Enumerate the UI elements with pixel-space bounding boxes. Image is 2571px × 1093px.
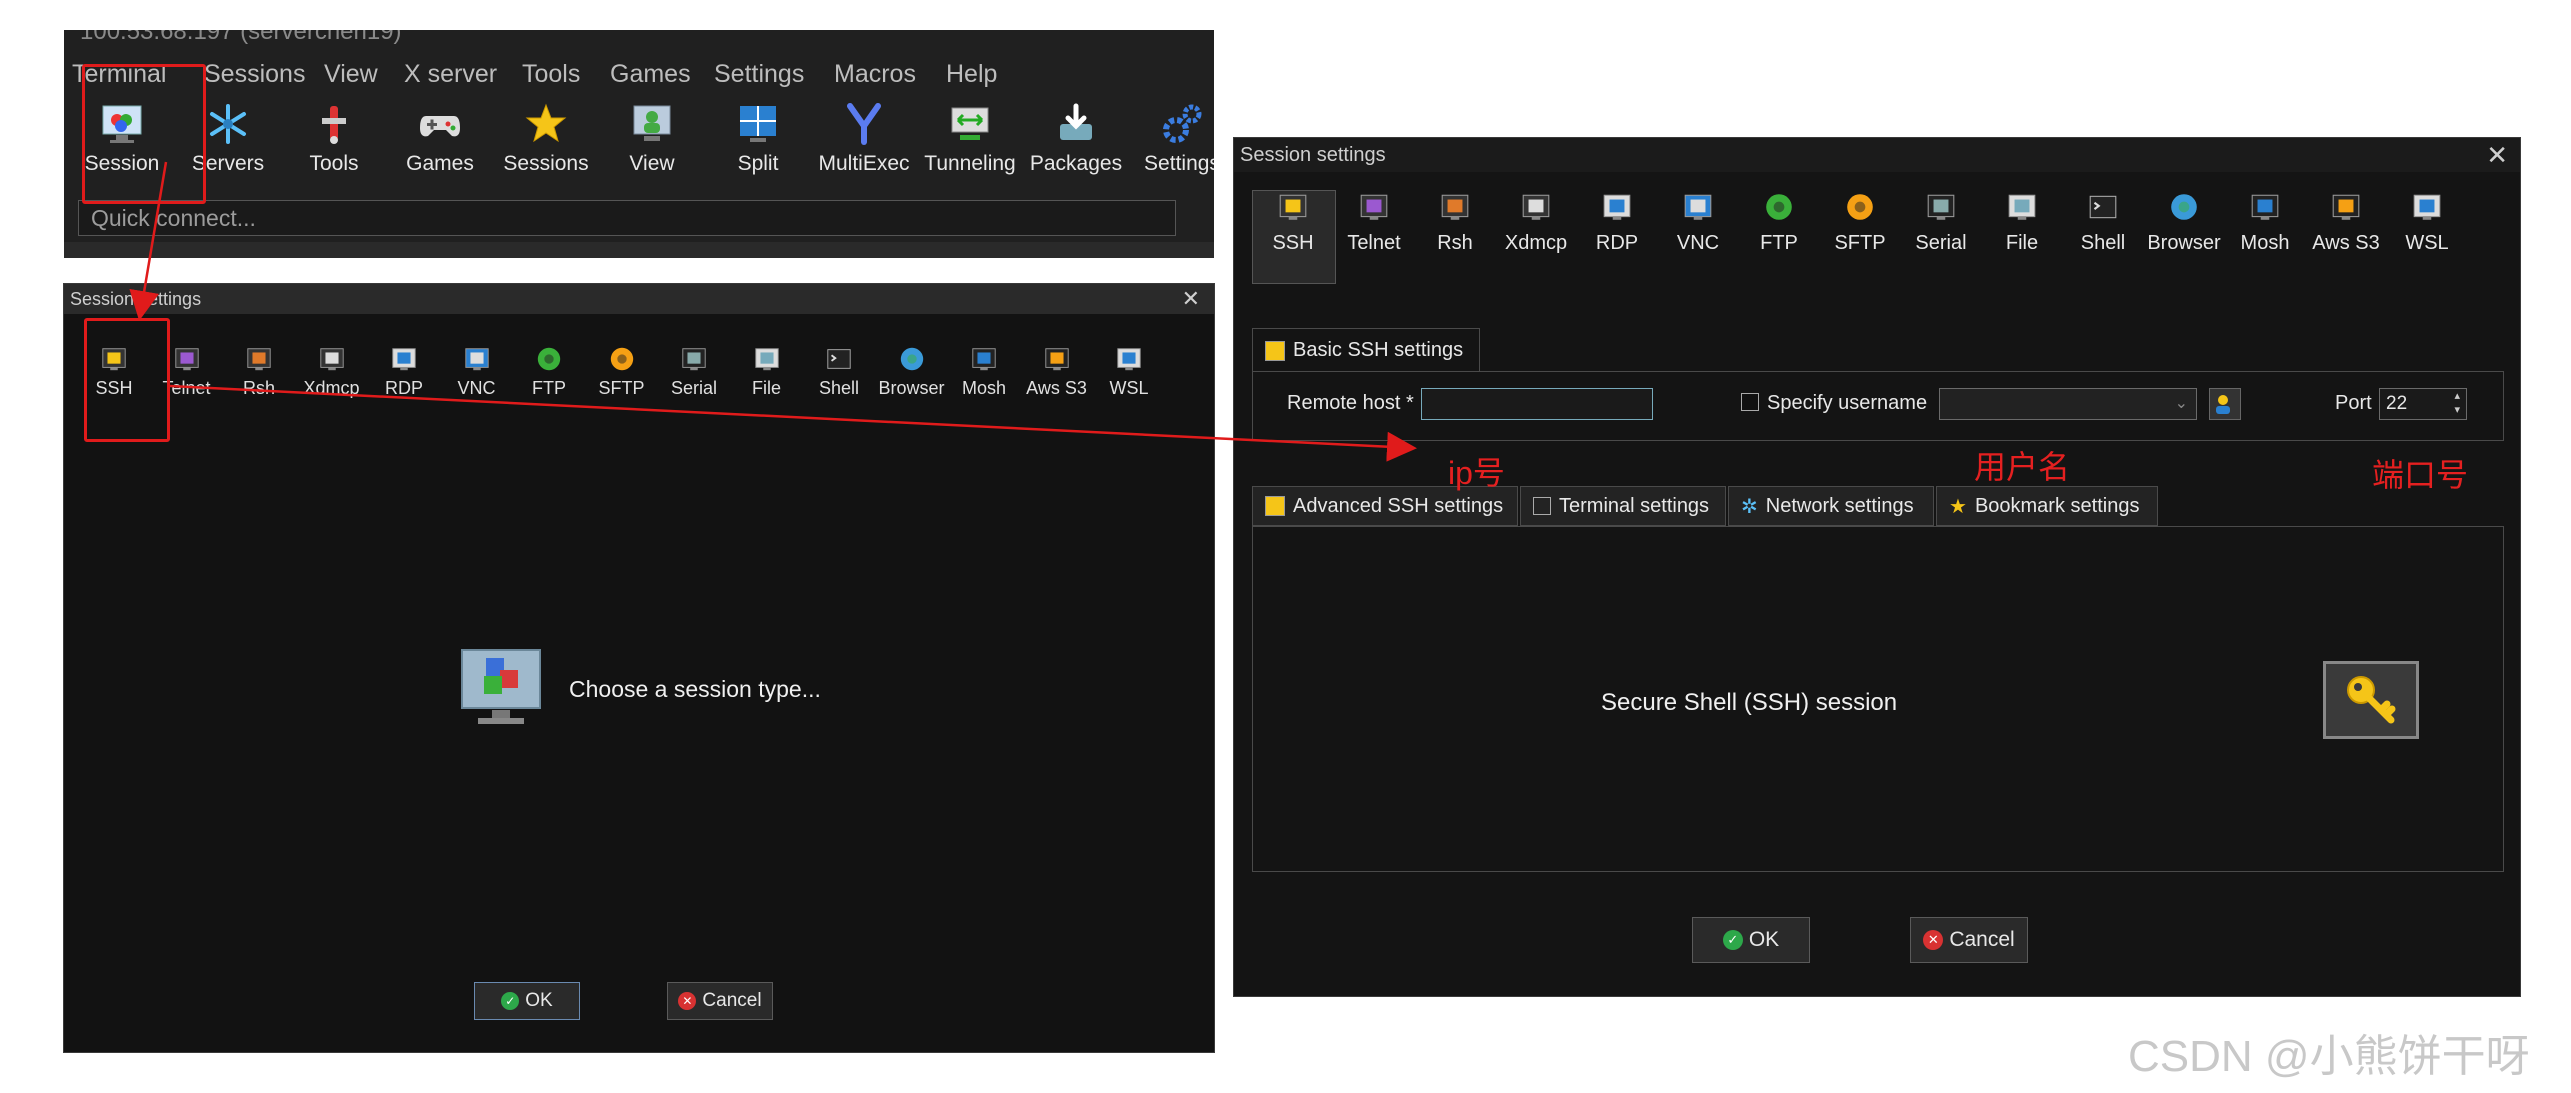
annotation-ip: ip号	[1448, 455, 1505, 491]
arrow-session-to-dialog	[129, 161, 168, 321]
annotation-port: 端口号	[2372, 457, 2469, 493]
arrow-ssh-to-remote-host	[169, 384, 1417, 462]
annotation-username: 用户名	[1974, 449, 2071, 485]
annotation-arrows	[129, 161, 1417, 462]
watermark: CSDN @小熊饼干呀	[2128, 1032, 2530, 1081]
